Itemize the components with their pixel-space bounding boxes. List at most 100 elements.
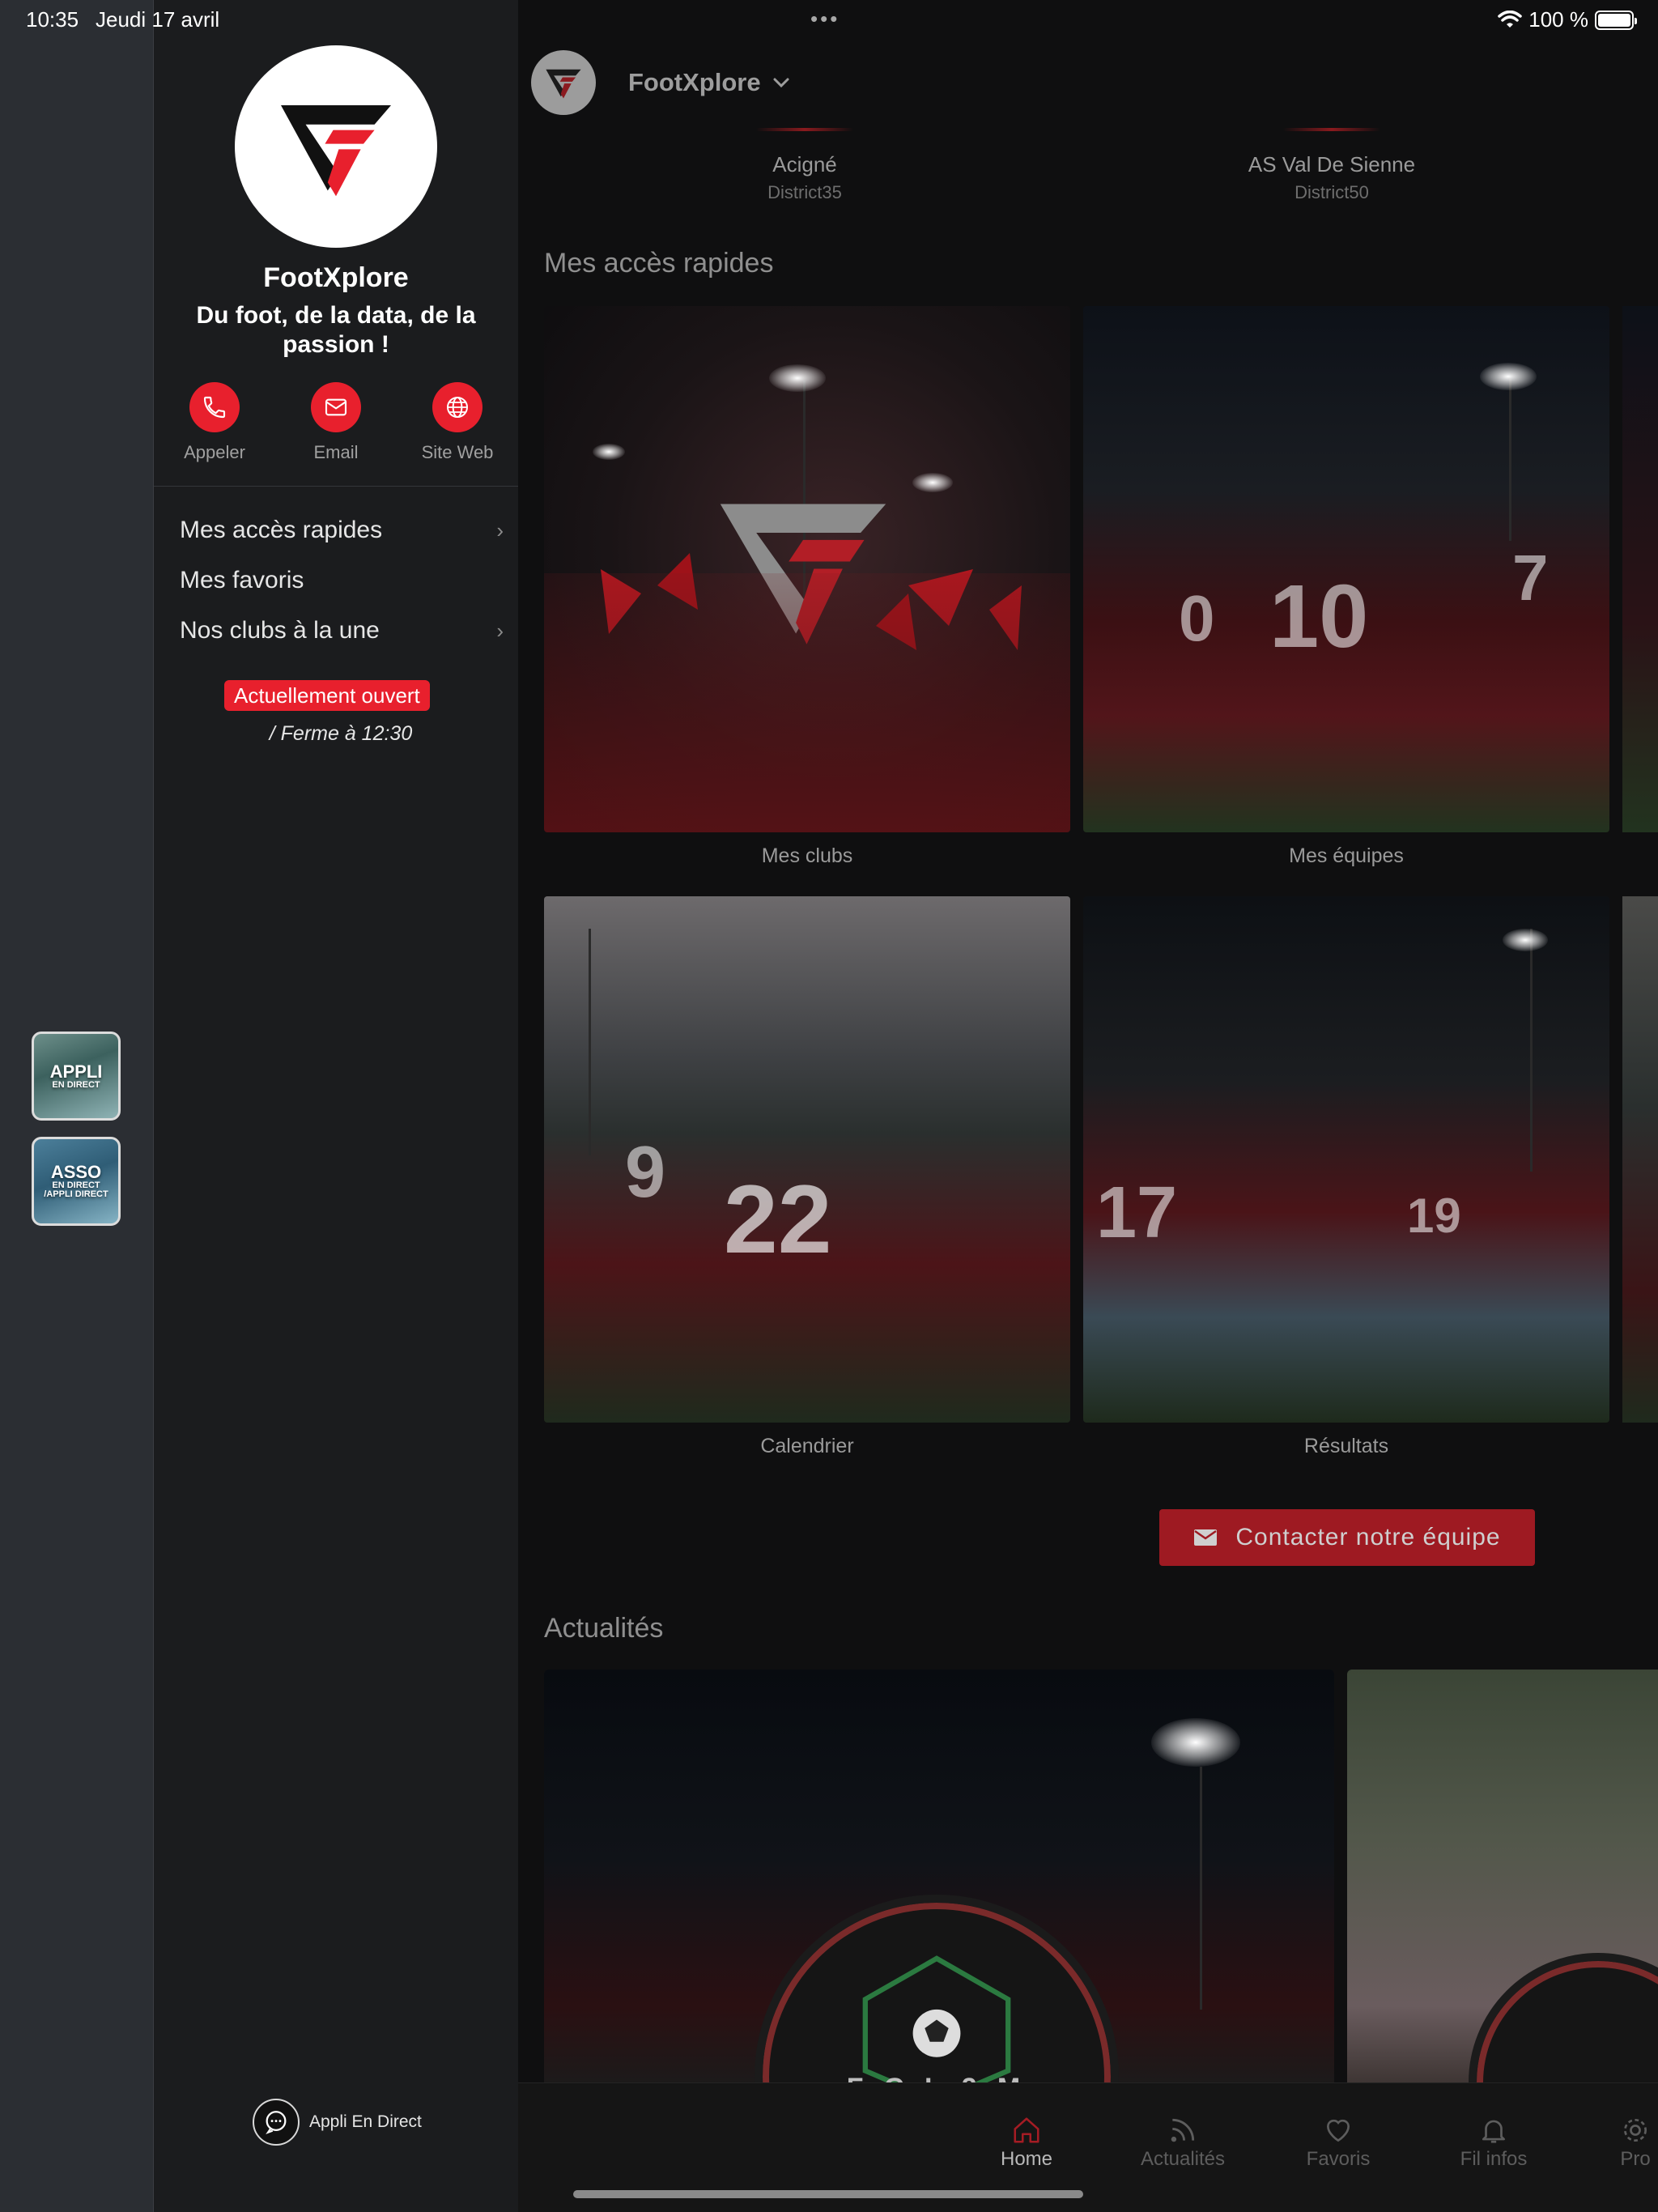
heart-icon <box>1326 2119 1350 2142</box>
footxplore-logo-icon <box>281 105 391 197</box>
club-card-district: District35 <box>767 182 842 202</box>
menu-item-featured-clubs[interactable]: Nos clubs à la une › <box>180 606 504 656</box>
club-tagline: Du foot, de la data, de la passion ! <box>196 302 476 358</box>
chat-bubble-icon <box>253 2099 300 2146</box>
main-content: FootXplore Acigné District35 AS Val De S… <box>518 0 1658 2212</box>
menu-item-quick-access[interactable]: Mes accès rapides › <box>180 505 504 555</box>
phone-icon <box>189 382 240 432</box>
quick-access-tile-clubs[interactable] <box>544 306 1070 832</box>
tab-bar: Home Actualités Favoris Fil infos Pro <box>518 2082 1658 2212</box>
home-indicator[interactable] <box>573 2190 1083 2198</box>
floodlight <box>912 473 953 492</box>
home-icon <box>1014 2117 1039 2143</box>
jersey-number: 0 <box>1179 582 1215 654</box>
floodlight <box>1503 929 1548 951</box>
quick-access-title: Mes accès rapides <box>544 248 774 279</box>
club-card[interactable]: Acigné District35 <box>635 128 975 203</box>
bell-icon <box>1482 2120 1506 2143</box>
tab-label: Actualités <box>1140 2148 1226 2170</box>
asso-en-direct-app-icon[interactable]: ASSO EN DIRECT /APPLI DIRECT <box>32 1137 121 1226</box>
quick-access-tile-teams[interactable]: 10 7 0 <box>1083 306 1609 832</box>
divider <box>154 486 518 487</box>
appli-en-direct-link[interactable]: Appli En Direct <box>253 2099 422 2146</box>
menu-item-label: Mes accès rapides <box>180 517 383 543</box>
status-time: 10:35 <box>26 7 79 32</box>
tab-home[interactable]: Home <box>966 2112 1087 2171</box>
quick-access-tile-partial[interactable] <box>1622 306 1658 832</box>
tile-label: Calendrier <box>760 1435 854 1457</box>
tile-label: Mes équipes <box>1289 844 1404 867</box>
footxplore-logo-icon <box>546 69 581 99</box>
contact-team-label: Contacter notre équipe <box>1235 1524 1501 1551</box>
status-bar: 10:35 Jeudi 17 avril ••• 100 % <box>0 0 1658 39</box>
quick-access-tile-partial[interactable] <box>1622 896 1658 1423</box>
app-icon-subtext: EN DIRECT <box>52 1079 100 1090</box>
closing-time: / Ferme à 12:30 <box>269 722 413 745</box>
contact-team-button[interactable]: Contacter notre équipe <box>1159 1509 1535 1566</box>
app-switcher-rail: APPLI EN DIRECT ASSO EN DIRECT /APPLI DI… <box>0 0 154 2212</box>
floodlight <box>593 444 625 460</box>
wifi-icon <box>1498 10 1523 28</box>
website-label: Site Web <box>421 442 494 462</box>
open-status-badge: Actuellement ouvert <box>224 680 430 711</box>
floodlight <box>1151 1718 1240 1767</box>
app-icon-text: APPLI <box>49 1061 103 1082</box>
tab-label: Favoris <box>1306 2148 1371 2170</box>
menu-item-favorites[interactable]: Mes favoris <box>180 555 504 606</box>
email-label: Email <box>313 442 359 462</box>
chevron-right-icon: › <box>496 618 504 643</box>
mail-icon <box>311 382 361 432</box>
rss-icon <box>1171 2118 1195 2142</box>
tab-favorites[interactable]: Favoris <box>1278 2112 1399 2171</box>
status-date: Jeudi 17 avril <box>96 7 220 32</box>
tile-label: Résultats <box>1303 1435 1389 1457</box>
club-card-accent <box>1283 128 1380 131</box>
floodlight-pole <box>1200 1767 1202 2010</box>
mail-icon <box>1194 1529 1218 1546</box>
appli-en-direct-app-icon[interactable]: APPLI EN DIRECT <box>32 1032 121 1121</box>
tab-news-feed[interactable]: Fil infos <box>1433 2112 1554 2171</box>
club-card-accent <box>756 128 853 131</box>
email-button[interactable]: Email <box>295 382 376 463</box>
jersey-number: 7 <box>1512 542 1549 614</box>
tab-label: Home <box>1000 2148 1053 2170</box>
tab-label: Fil infos <box>1460 2148 1528 2170</box>
tab-pro[interactable]: Pro <box>1595 2112 1658 2171</box>
club-card[interactable]: AS Val De Sienne District50 <box>1162 128 1502 203</box>
chevron-right-icon: › <box>496 517 504 542</box>
jersey-number: 22 <box>724 1165 832 1274</box>
club-card-name: Acigné <box>772 152 837 177</box>
flags-graphic <box>601 553 1022 650</box>
jersey-number: 19 <box>1407 1189 1461 1243</box>
header-logo[interactable] <box>531 50 596 115</box>
header-title: FootXplore <box>628 68 761 96</box>
menu-item-label: Nos clubs à la une <box>180 617 380 644</box>
floodlight <box>769 364 826 392</box>
club-crest-badge: F C L 2 M <box>755 1895 1119 2091</box>
club-card-name: AS Val De Sienne <box>1248 152 1416 177</box>
call-button[interactable]: Appeler <box>174 382 255 463</box>
app-switcher-dropdown[interactable]: FootXplore <box>628 68 790 97</box>
multitasking-dots[interactable]: ••• <box>810 6 840 32</box>
tab-news[interactable]: Actualités <box>1122 2112 1244 2171</box>
jersey-number: 17 <box>1096 1172 1178 1253</box>
appli-en-direct-label: Appli En Direct <box>309 2112 422 2131</box>
news-card[interactable]: F C L 2 M <box>544 1670 1334 2091</box>
quick-access-tile-calendar[interactable]: 9 22 <box>544 896 1070 1423</box>
website-button[interactable]: Site Web <box>417 382 498 463</box>
status-indicators: 100 % <box>1498 7 1637 32</box>
battery-icon <box>1595 10 1637 30</box>
club-card-district: District50 <box>1295 182 1369 202</box>
floodlight <box>1480 363 1537 390</box>
footxplore-logo-icon <box>720 504 886 644</box>
floodlight-pole <box>1509 379 1511 541</box>
club-logo <box>235 45 437 248</box>
app-icon-subtext: /APPLI DIRECT <box>44 1189 108 1199</box>
gear-icon <box>1623 2118 1647 2142</box>
club-crest-badge: F C L 2 M <box>1469 1953 1658 2091</box>
quick-access-tile-results[interactable]: 17 19 <box>1083 896 1609 1423</box>
contact-actions: Appeler Email Site Web <box>154 382 518 463</box>
news-title: Actualités <box>544 1613 664 1644</box>
news-card[interactable]: F C L 2 M <box>1347 1670 1658 2091</box>
call-label: Appeler <box>184 442 245 462</box>
